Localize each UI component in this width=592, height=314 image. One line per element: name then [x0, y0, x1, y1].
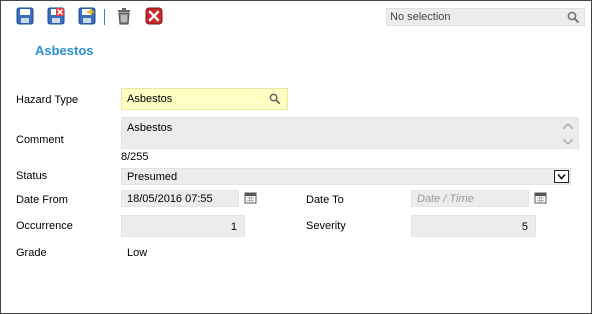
- comment-label: Comment: [16, 134, 64, 146]
- close-icon[interactable]: [145, 7, 163, 25]
- hazard-type-field[interactable]: Asbestos: [121, 88, 288, 110]
- search-icon[interactable]: [567, 11, 580, 24]
- save-close-icon[interactable]: [47, 7, 65, 25]
- occurrence-field[interactable]: 1: [121, 215, 245, 237]
- comment-textarea[interactable]: Asbestos: [121, 117, 579, 149]
- record-search[interactable]: [386, 8, 585, 26]
- date-to-placeholder: Date / Time: [417, 193, 474, 205]
- search-input[interactable]: [390, 10, 560, 24]
- delete-icon[interactable]: [115, 7, 133, 25]
- occurrence-label: Occurrence: [16, 220, 73, 232]
- comment-value: Asbestos: [127, 122, 173, 134]
- calendar-icon[interactable]: [244, 191, 257, 204]
- toolbar-separator: [104, 9, 105, 25]
- status-value: Presumed: [127, 171, 178, 183]
- hazard-type-label: Hazard Type: [16, 94, 79, 106]
- severity-label: Severity: [306, 220, 346, 232]
- scrollbar-arrows[interactable]: [562, 121, 574, 147]
- grade-label: Grade: [16, 247, 47, 259]
- severity-field[interactable]: 5: [411, 215, 536, 237]
- hazard-form-window: Asbestos Hazard Type Asbestos Comment As…: [0, 0, 592, 314]
- date-to-label: Date To: [306, 194, 344, 206]
- date-from-value: 18/05/2016 07:55: [127, 193, 213, 205]
- occurrence-value: 1: [230, 221, 237, 233]
- save-icon[interactable]: [16, 7, 34, 25]
- date-from-label: Date From: [16, 194, 68, 206]
- page-title: Asbestos: [35, 43, 94, 58]
- chevron-down-icon[interactable]: [554, 170, 569, 183]
- status-label: Status: [16, 170, 48, 182]
- severity-value: 5: [521, 221, 528, 233]
- comment-char-counter: 8/255: [121, 151, 149, 163]
- grade-value: Low: [127, 247, 148, 259]
- search-icon[interactable]: [269, 93, 281, 105]
- date-to-field[interactable]: Date / Time: [411, 190, 529, 207]
- hazard-type-value: Asbestos: [127, 93, 173, 105]
- date-from-field[interactable]: 18/05/2016 07:55: [121, 190, 239, 207]
- calendar-icon[interactable]: [534, 191, 547, 204]
- status-select[interactable]: Presumed: [121, 168, 571, 185]
- save-new-icon[interactable]: [78, 7, 96, 25]
